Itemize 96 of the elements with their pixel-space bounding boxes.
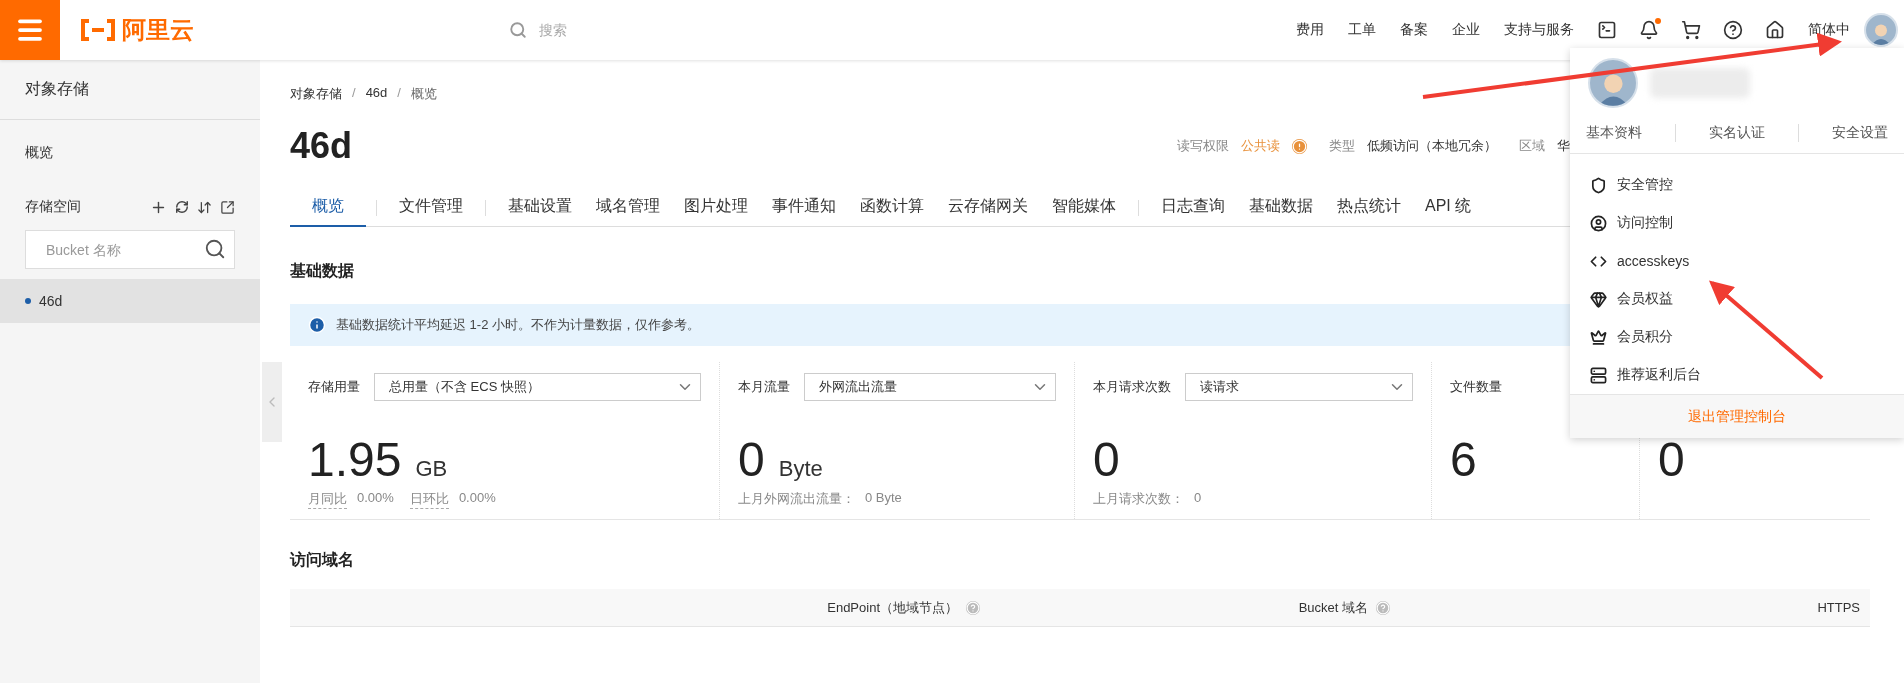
sidebar-item[interactable]: 概览 bbox=[0, 120, 260, 176]
stat-select[interactable]: 读请求 bbox=[1185, 373, 1413, 401]
breadcrumb-link[interactable]: 概览 bbox=[410, 85, 437, 103]
menu-item[interactable]: 会员积分 bbox=[1570, 318, 1904, 357]
help-button[interactable] bbox=[1723, 20, 1743, 40]
menu-item[interactable]: 安全管控 bbox=[1570, 166, 1904, 205]
meta-label: 读写权限 bbox=[1177, 137, 1229, 155]
menu-item[interactable]: 访问控制 bbox=[1570, 204, 1904, 243]
tab[interactable]: 图片处理 bbox=[672, 188, 760, 227]
nav-link[interactable]: 支持与服务 bbox=[1492, 21, 1586, 39]
nav-link[interactable]: 费用 bbox=[1284, 21, 1336, 39]
meta-value: 华 bbox=[1557, 137, 1570, 155]
open-external-button[interactable] bbox=[220, 199, 235, 215]
bucket-item[interactable]: 46d bbox=[0, 279, 260, 323]
stat-footnote-label: 上月请求次数： bbox=[1093, 490, 1184, 508]
stat-footnote-value: 0.00% bbox=[357, 490, 394, 507]
tab[interactable]: 域名管理 bbox=[584, 188, 672, 227]
user-circle-icon bbox=[1590, 214, 1607, 232]
column-header: Bucket 域名 bbox=[1298, 598, 1368, 617]
account-link[interactable]: 安全设置 bbox=[1831, 123, 1888, 142]
terminal-button[interactable] bbox=[1597, 20, 1617, 40]
search-icon bbox=[204, 238, 226, 260]
stat-footnote-value: 0 Byte bbox=[865, 490, 902, 507]
stat-unit: Byte bbox=[778, 456, 823, 482]
menu-item[interactable]: 会员权益 bbox=[1570, 280, 1904, 319]
user-avatar[interactable] bbox=[1588, 58, 1638, 108]
tab[interactable]: 热点统计 bbox=[1325, 188, 1413, 227]
avatar-button[interactable] bbox=[1864, 13, 1898, 47]
stat-select[interactable]: 总用量（不含 ECS 快照） bbox=[374, 373, 701, 401]
nav-link[interactable]: 工单 bbox=[1336, 21, 1388, 39]
sort-button[interactable] bbox=[197, 199, 212, 215]
account-link[interactable]: 基本资料 bbox=[1586, 123, 1643, 142]
logo-text: 阿里云 bbox=[122, 15, 194, 45]
section-title: 基础数据 bbox=[290, 261, 354, 281]
section-title: 访问域名 bbox=[290, 550, 354, 570]
sidebar-title: 对象存储 bbox=[0, 60, 260, 120]
stat-value: 1.95 bbox=[308, 432, 402, 487]
tab[interactable]: 日志查询 bbox=[1149, 188, 1237, 227]
server-icon bbox=[1590, 366, 1607, 384]
stat-footnote-label: 日环比 bbox=[409, 490, 449, 509]
account-link[interactable]: 实名认证 bbox=[1709, 123, 1765, 142]
stat-footnote-label: 上月外网流出流量： bbox=[738, 490, 855, 508]
home-button[interactable] bbox=[1765, 20, 1785, 40]
stat-footnote-value: 0.00% bbox=[458, 490, 496, 507]
breadcrumb-link[interactable]: 46d bbox=[365, 85, 388, 103]
tab[interactable]: 云存储网关 bbox=[936, 188, 1040, 227]
stat-label: 文件数量 bbox=[1450, 378, 1502, 396]
section-label: 存储空间 bbox=[25, 198, 81, 216]
notice-text: 基础数据统计平均延迟 1-2 小时。不作为计量数据，仅作参考。 bbox=[336, 316, 700, 334]
page-title: 46d bbox=[290, 125, 353, 167]
stat-unit: GB bbox=[415, 456, 448, 482]
breadcrumb-separator: / bbox=[397, 85, 401, 102]
tab[interactable]: 基础数据 bbox=[1237, 188, 1325, 227]
stat-value: 0 bbox=[738, 432, 765, 487]
column-header: EndPoint（地域节点） bbox=[827, 598, 958, 617]
tab[interactable]: 基础设置 bbox=[496, 188, 584, 227]
bullet-icon bbox=[25, 298, 31, 304]
tab[interactable]: 文件管理 bbox=[387, 188, 475, 227]
nav-link[interactable]: 企业 bbox=[1440, 21, 1492, 39]
logo-icon bbox=[80, 19, 116, 41]
tab[interactable]: 函数计算 bbox=[848, 188, 936, 227]
collapse-handle[interactable] bbox=[262, 362, 282, 442]
gem-icon bbox=[1590, 290, 1607, 308]
stat-footnote-label: 月同比 bbox=[308, 490, 347, 509]
bell-button[interactable] bbox=[1639, 20, 1659, 40]
stat-label: 本月流量 bbox=[738, 378, 790, 396]
info-icon bbox=[308, 316, 326, 334]
tab[interactable]: 概览 bbox=[290, 188, 366, 227]
breadcrumb-link[interactable]: 对象存储 bbox=[290, 85, 342, 103]
menu-item[interactable]: accesskeys bbox=[1570, 242, 1904, 281]
meta-label: 类型 bbox=[1329, 137, 1355, 155]
refresh-button[interactable] bbox=[175, 200, 189, 214]
language-link[interactable]: 简体中 bbox=[1796, 21, 1864, 39]
tab[interactable]: API 统 bbox=[1413, 188, 1484, 227]
tab[interactable]: 智能媒体 bbox=[1040, 188, 1128, 227]
breadcrumb-separator: / bbox=[352, 85, 356, 102]
shield-icon bbox=[1590, 176, 1607, 194]
stat-label: 存储用量 bbox=[308, 378, 360, 396]
menu-item[interactable]: 推荐返利后台 bbox=[1570, 356, 1904, 395]
nav-link[interactable]: 备案 bbox=[1388, 21, 1440, 39]
stat-footnote-value: 0 bbox=[1194, 490, 1202, 507]
stat-select[interactable]: 外网流出流量 bbox=[804, 373, 1056, 401]
stat-label: 本月请求次数 bbox=[1093, 378, 1171, 396]
tab[interactable]: 事件通知 bbox=[760, 188, 848, 227]
crown-icon bbox=[1590, 328, 1607, 346]
meta-value: 低频访问（本地冗余） bbox=[1367, 137, 1497, 155]
meta-label: 区域 bbox=[1519, 137, 1545, 155]
meta-value: 公共读 bbox=[1241, 137, 1280, 155]
warning-icon bbox=[1292, 138, 1307, 154]
column-header: HTTPS bbox=[1817, 600, 1860, 615]
search-icon bbox=[509, 21, 527, 39]
menu-button[interactable] bbox=[0, 0, 60, 60]
stat-value: 6 bbox=[1450, 432, 1477, 487]
cart-button[interactable] bbox=[1681, 20, 1701, 40]
bucket-search-field[interactable]: Bucket 名称 bbox=[25, 230, 235, 269]
stat-value: 0 bbox=[1093, 432, 1120, 487]
